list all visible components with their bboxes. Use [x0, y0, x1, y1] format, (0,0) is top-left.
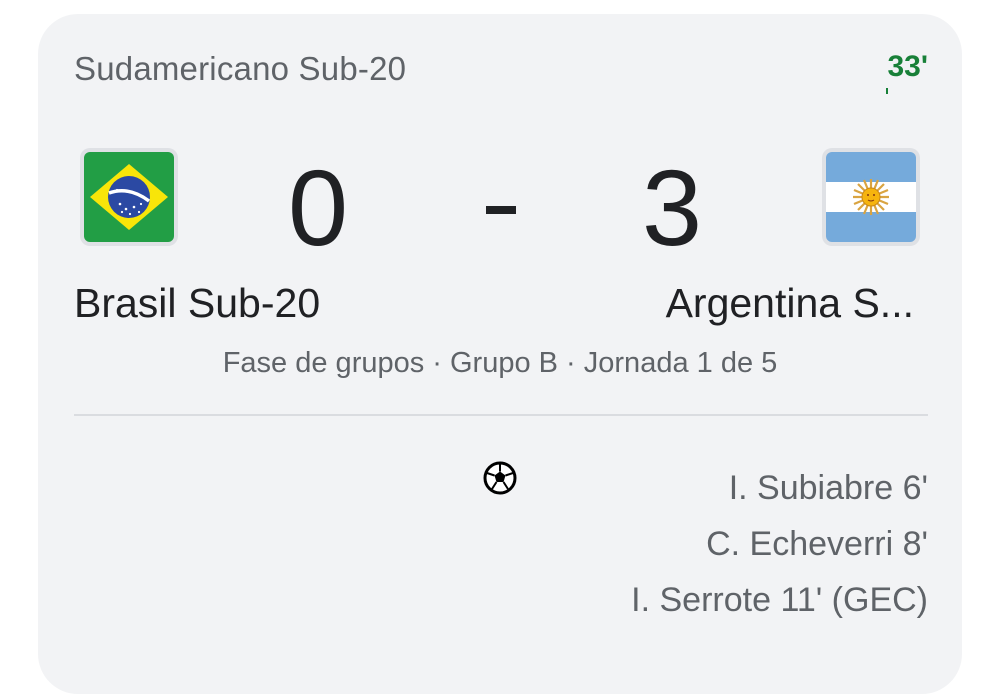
- score-separator: [486, 206, 516, 214]
- soccer-ball-icon: [483, 461, 517, 495]
- home-score: 0: [288, 147, 349, 268]
- home-team-flag[interactable]: [80, 148, 178, 246]
- divider: [74, 414, 928, 416]
- live-pulse-indicator: [886, 88, 888, 94]
- away-team-name[interactable]: Argentina S...: [666, 280, 914, 327]
- live-minute-indicator: 33': [887, 50, 928, 83]
- away-scorers-list: I. Subiabre 6' C. Echeverri 8' I. Serrot…: [631, 460, 928, 628]
- match-stage-info: Fase de grupos · Grupo B · Jornada 1 de …: [222, 347, 778, 379]
- brazil-flag-icon: [84, 152, 174, 242]
- home-team-name[interactable]: Brasil Sub-20: [74, 280, 320, 327]
- scorer-item: I. Subiabre 6': [728, 469, 928, 507]
- competition-name: Sudamericano Sub-20: [74, 50, 407, 87]
- scorer-item: I. Serrote 11' (GEC): [631, 581, 928, 619]
- scorer-item: C. Echeverri 8': [706, 525, 928, 563]
- match-card[interactable]: Sudamericano Sub-20 33' 0 3 Brasil Sub-2…: [38, 14, 962, 694]
- argentina-flag-icon: [826, 152, 916, 242]
- away-team-flag[interactable]: [822, 148, 920, 246]
- away-score: 3: [642, 147, 703, 268]
